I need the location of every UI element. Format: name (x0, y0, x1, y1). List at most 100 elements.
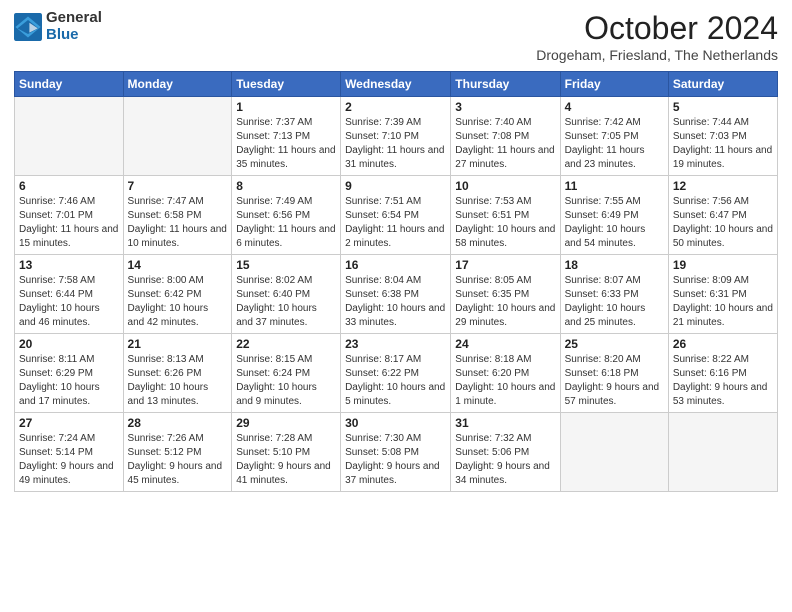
calendar-cell: 24Sunrise: 8:18 AMSunset: 6:20 PMDayligh… (451, 334, 560, 413)
day-number: 22 (236, 337, 336, 351)
day-info: Sunrise: 7:24 AMSunset: 5:14 PMDaylight:… (19, 432, 119, 488)
logo-icon (14, 13, 42, 41)
day-number: 17 (455, 258, 555, 272)
calendar-cell: 14Sunrise: 8:00 AMSunset: 6:42 PMDayligh… (123, 255, 232, 334)
calendar-header-row: SundayMondayTuesdayWednesdayThursdayFrid… (15, 72, 778, 97)
day-info: Sunrise: 8:05 AMSunset: 6:35 PMDaylight:… (455, 274, 555, 330)
day-info: Sunrise: 7:32 AMSunset: 5:06 PMDaylight:… (455, 432, 555, 488)
calendar-cell: 13 Sunrise: 7:58 AMSunset: 6:44 PMDayligh… (15, 255, 124, 334)
logo-blue: Blue (46, 27, 102, 44)
calendar-cell: 2 Sunrise: 7:39 AMSunset: 7:10 PMDaylight… (341, 97, 451, 176)
calendar-cell: 3 Sunrise: 7:40 AMSunset: 7:08 PMDaylight… (451, 97, 560, 176)
calendar-cell: 9Sunrise: 7:51 AMSunset: 6:54 PMDaylight… (341, 176, 451, 255)
day-number: 4 (565, 100, 664, 114)
calendar-cell: 5Sunrise: 7:44 AMSunset: 7:03 PMDaylight… (668, 97, 777, 176)
calendar-cell: 4Sunrise: 7:42 AMSunset: 7:05 PMDaylight… (560, 97, 668, 176)
day-info: Sunrise: 8:07 AMSunset: 6:33 PMDaylight:… (565, 274, 664, 330)
weekday-header-wednesday: Wednesday (341, 72, 451, 97)
day-info: Sunrise: 7:39 AMSunset: 7:10 PMDaylight:… (345, 116, 446, 172)
day-info: Sunrise: 8:22 AMSunset: 6:16 PMDaylight:… (673, 353, 773, 409)
weekday-header-tuesday: Tuesday (232, 72, 341, 97)
calendar-week-row: 1 Sunrise: 7:37 AMSunset: 7:13 PMDaylight… (15, 97, 778, 176)
calendar-cell (560, 413, 668, 492)
day-info: Sunrise: 8:09 AMSunset: 6:31 PMDaylight:… (673, 274, 773, 330)
calendar-week-row: 13 Sunrise: 7:58 AMSunset: 6:44 PMDayligh… (15, 255, 778, 334)
calendar-cell: 29 Sunrise: 7:28 AMSunset: 5:10 PMDayligh… (232, 413, 341, 492)
calendar-cell (15, 97, 124, 176)
logo-general: General (46, 10, 102, 27)
calendar-cell: 25 Sunrise: 8:20 AMSunset: 6:18 PMDayligh… (560, 334, 668, 413)
day-info: Sunrise: 8:02 AMSunset: 6:40 PMDaylight:… (236, 274, 336, 330)
day-info: Sunrise: 7:56 AMSunset: 6:47 PMDaylight:… (673, 195, 773, 251)
calendar-cell: 28 Sunrise: 7:26 AMSunset: 5:12 PMDayligh… (123, 413, 232, 492)
day-info: Sunrise: 8:15 AMSunset: 6:24 PMDaylight:… (236, 353, 336, 409)
day-info: Sunrise: 8:00 AMSunset: 6:42 PMDaylight:… (128, 274, 228, 330)
day-info: Sunrise: 7:53 AMSunset: 6:51 PMDaylight:… (455, 195, 555, 251)
day-info: Sunrise: 8:13 AMSunset: 6:26 PMDaylight:… (128, 353, 228, 409)
calendar-cell: 16Sunrise: 8:04 AMSunset: 6:38 PMDayligh… (341, 255, 451, 334)
day-number: 21 (128, 337, 228, 351)
calendar-cell: 6 Sunrise: 7:46 AMSunset: 7:01 PMDaylight… (15, 176, 124, 255)
calendar-cell: 20Sunrise: 8:11 AMSunset: 6:29 PMDayligh… (15, 334, 124, 413)
month-title: October 2024 (536, 10, 778, 47)
logo-text: General Blue (46, 10, 102, 43)
weekday-header-sunday: Sunday (15, 72, 124, 97)
day-number: 8 (236, 179, 336, 193)
day-info: Sunrise: 8:17 AMSunset: 6:22 PMDaylight:… (345, 353, 446, 409)
calendar-cell: 31 Sunrise: 7:32 AMSunset: 5:06 PMDayligh… (451, 413, 560, 492)
calendar-cell: 30 Sunrise: 7:30 AMSunset: 5:08 PMDayligh… (341, 413, 451, 492)
day-number: 10 (455, 179, 555, 193)
day-number: 26 (673, 337, 773, 351)
day-info: Sunrise: 8:20 AMSunset: 6:18 PMDaylight:… (565, 353, 664, 409)
calendar-week-row: 20Sunrise: 8:11 AMSunset: 6:29 PMDayligh… (15, 334, 778, 413)
calendar-cell: 21 Sunrise: 8:13 AMSunset: 6:26 PMDayligh… (123, 334, 232, 413)
day-number: 19 (673, 258, 773, 272)
day-number: 6 (19, 179, 119, 193)
day-number: 13 (19, 258, 119, 272)
day-info: Sunrise: 7:44 AMSunset: 7:03 PMDaylight:… (673, 116, 773, 172)
header: General Blue October 2024 Drogeham, Frie… (14, 10, 778, 63)
day-info: Sunrise: 7:58 AMSunset: 6:44 PMDaylight:… (19, 274, 119, 330)
day-number: 1 (236, 100, 336, 114)
day-number: 18 (565, 258, 664, 272)
day-number: 11 (565, 179, 664, 193)
calendar-cell: 19 Sunrise: 8:09 AMSunset: 6:31 PMDayligh… (668, 255, 777, 334)
day-number: 27 (19, 416, 119, 430)
day-info: Sunrise: 7:49 AMSunset: 6:56 PMDaylight:… (236, 195, 336, 251)
day-number: 2 (345, 100, 446, 114)
calendar-cell (123, 97, 232, 176)
day-number: 12 (673, 179, 773, 193)
day-info: Sunrise: 7:46 AMSunset: 7:01 PMDaylight:… (19, 195, 119, 251)
day-number: 30 (345, 416, 446, 430)
day-info: Sunrise: 8:04 AMSunset: 6:38 PMDaylight:… (345, 274, 446, 330)
day-info: Sunrise: 7:30 AMSunset: 5:08 PMDaylight:… (345, 432, 446, 488)
day-info: Sunrise: 7:37 AMSunset: 7:13 PMDaylight:… (236, 116, 336, 172)
calendar-cell: 22 Sunrise: 8:15 AMSunset: 6:24 PMDayligh… (232, 334, 341, 413)
day-info: Sunrise: 7:47 AMSunset: 6:58 PMDaylight:… (128, 195, 228, 251)
calendar-week-row: 27 Sunrise: 7:24 AMSunset: 5:14 PMDayligh… (15, 413, 778, 492)
calendar-cell: 1 Sunrise: 7:37 AMSunset: 7:13 PMDaylight… (232, 97, 341, 176)
day-info: Sunrise: 7:26 AMSunset: 5:12 PMDaylight:… (128, 432, 228, 488)
calendar-cell: 23Sunrise: 8:17 AMSunset: 6:22 PMDayligh… (341, 334, 451, 413)
day-info: Sunrise: 7:40 AMSunset: 7:08 PMDaylight:… (455, 116, 555, 172)
day-number: 28 (128, 416, 228, 430)
weekday-header-saturday: Saturday (668, 72, 777, 97)
calendar-cell: 17 Sunrise: 8:05 AMSunset: 6:35 PMDayligh… (451, 255, 560, 334)
day-info: Sunrise: 7:28 AMSunset: 5:10 PMDaylight:… (236, 432, 336, 488)
weekday-header-friday: Friday (560, 72, 668, 97)
day-number: 20 (19, 337, 119, 351)
title-block: October 2024 Drogeham, Friesland, The Ne… (536, 10, 778, 63)
calendar-cell: 12 Sunrise: 7:56 AMSunset: 6:47 PMDayligh… (668, 176, 777, 255)
day-info: Sunrise: 7:55 AMSunset: 6:49 PMDaylight:… (565, 195, 664, 251)
calendar-cell: 27 Sunrise: 7:24 AMSunset: 5:14 PMDayligh… (15, 413, 124, 492)
page: General Blue October 2024 Drogeham, Frie… (0, 0, 792, 502)
calendar-cell: 18 Sunrise: 8:07 AMSunset: 6:33 PMDayligh… (560, 255, 668, 334)
day-number: 7 (128, 179, 228, 193)
day-number: 29 (236, 416, 336, 430)
day-number: 25 (565, 337, 664, 351)
day-number: 31 (455, 416, 555, 430)
day-number: 9 (345, 179, 446, 193)
day-number: 3 (455, 100, 555, 114)
calendar-cell: 8 Sunrise: 7:49 AMSunset: 6:56 PMDaylight… (232, 176, 341, 255)
calendar-cell: 11 Sunrise: 7:55 AMSunset: 6:49 PMDayligh… (560, 176, 668, 255)
